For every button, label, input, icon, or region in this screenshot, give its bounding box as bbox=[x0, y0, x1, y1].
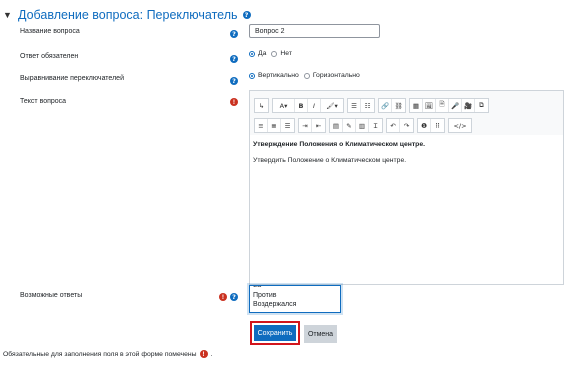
answers-textarea[interactable]: За Против Воздержался bbox=[249, 285, 341, 313]
question-heading-text: Утверждение Положения о Климатическом це… bbox=[253, 141, 425, 148]
toolbar-group: ☰ ☷ bbox=[347, 98, 375, 113]
help-icon[interactable]: ? bbox=[230, 293, 238, 301]
toolbar-group: ▤ ✎ ▥ Ɪ bbox=[329, 118, 383, 133]
answers-label: Возможные ответы bbox=[20, 292, 83, 299]
toolbar-row-1: ↳ A▾ B I 🖌▾ ☰ ☷ 🔗 ⛓ ▦ 🖼 🗎 🎤 🎥 ⧉ bbox=[254, 98, 489, 113]
font-style-icon[interactable]: A▾ bbox=[273, 99, 295, 112]
collapse-toolbar-icon[interactable]: ↳ bbox=[255, 99, 268, 112]
cancel-button[interactable]: Отмена bbox=[304, 325, 337, 343]
section-header[interactable]: ▼ Добавление вопроса: Переключатель ? bbox=[3, 8, 251, 22]
editor-toolbar: ↳ A▾ B I 🖌▾ ☰ ☷ 🔗 ⛓ ▦ 🖼 🗎 🎤 🎥 ⧉ ≡ ≣ ☰ ⇥ … bbox=[250, 91, 563, 135]
required-icon: ! bbox=[219, 293, 227, 301]
required-radio-group: Да Нет bbox=[249, 50, 292, 57]
numbered-list-icon[interactable]: ☷ bbox=[361, 99, 374, 112]
answer-line: Воздержался bbox=[253, 301, 297, 308]
question-text-label: Текст вопроса bbox=[20, 98, 67, 105]
toolbar-group: ▦ 🖼 🗎 🎤 🎥 ⧉ bbox=[409, 98, 489, 113]
bullet-list-icon[interactable]: ☰ bbox=[348, 99, 361, 112]
required-yes-label: Да bbox=[258, 50, 267, 57]
text-color-icon[interactable]: 🖌▾ bbox=[321, 99, 343, 112]
screenreader-helper-icon[interactable]: ⠿ bbox=[431, 119, 444, 132]
alignment-horizontal-label: Горизонтально bbox=[312, 72, 360, 79]
align-left-icon[interactable]: ≡ bbox=[255, 119, 268, 132]
help-icon[interactable]: ? bbox=[230, 77, 238, 85]
alignment-radio-group: Вертикально Горизонтально bbox=[249, 72, 360, 79]
bold-icon[interactable]: B bbox=[295, 99, 308, 112]
record-video-icon[interactable]: 🎥 bbox=[462, 99, 475, 112]
save-button[interactable]: Сохранить bbox=[250, 321, 300, 345]
help-icon[interactable]: ? bbox=[230, 55, 238, 63]
required-yes-radio[interactable] bbox=[249, 50, 255, 57]
toolbar-group: ↶ ↷ bbox=[386, 118, 414, 133]
toolbar-row-2: ≡ ≣ ☰ ⇥ ⇤ ▤ ✎ ▥ Ɪ ↶ ↷ ❶ ⠿ </> bbox=[254, 118, 472, 133]
manage-files-icon[interactable]: ⧉ bbox=[475, 99, 488, 112]
toolbar-group: ❶ ⠿ bbox=[417, 118, 445, 133]
toolbar-group: ⇥ ⇤ bbox=[298, 118, 326, 133]
table-icon[interactable]: ▥ bbox=[356, 119, 369, 132]
editor-content[interactable]: Утверждение Положения о Климатическом це… bbox=[250, 135, 563, 284]
required-no-radio[interactable] bbox=[271, 50, 278, 57]
alignment-vertical-label: Вертикально bbox=[258, 72, 299, 79]
toolbar-group: A▾ B I 🖌▾ bbox=[272, 98, 344, 113]
help-icon[interactable]: ? bbox=[230, 30, 238, 38]
align-center-icon[interactable]: ≣ bbox=[268, 119, 281, 132]
required-note-period: . bbox=[210, 350, 213, 358]
equation-icon[interactable]: ▤ bbox=[330, 119, 343, 132]
clear-formatting-icon[interactable]: Ɪ bbox=[369, 119, 382, 132]
required-label: Ответ обязателен bbox=[20, 53, 79, 60]
required-icon: ! bbox=[230, 98, 238, 106]
special-char-icon[interactable]: ✎ bbox=[343, 119, 356, 132]
alignment-vertical-radio[interactable] bbox=[249, 72, 255, 79]
italic-icon[interactable]: I bbox=[308, 99, 321, 112]
question-name-input[interactable]: Вопрос 2 bbox=[249, 24, 380, 38]
rich-text-editor[interactable]: ↳ A▾ B I 🖌▾ ☰ ☷ 🔗 ⛓ ▦ 🖼 🗎 🎤 🎥 ⧉ ≡ ≣ ☰ ⇥ … bbox=[249, 90, 564, 285]
undo-icon[interactable]: ↶ bbox=[387, 119, 400, 132]
image-icon[interactable]: 🖼 bbox=[423, 99, 436, 112]
toolbar-group: ↳ bbox=[254, 98, 269, 113]
section-title: Добавление вопроса: Переключатель bbox=[18, 8, 238, 22]
question-name-label: Название вопроса bbox=[20, 28, 80, 35]
toolbar-group: </> bbox=[448, 118, 472, 133]
alignment-label: Выравнивание переключателей bbox=[20, 75, 124, 82]
required-note-text: Обязательные для заполнения поля в этой … bbox=[3, 350, 197, 358]
alignment-horizontal-radio[interactable] bbox=[303, 72, 310, 79]
unlink-icon[interactable]: ⛓ bbox=[392, 99, 405, 112]
required-no-label: Нет bbox=[280, 50, 292, 57]
link-icon[interactable]: 🔗 bbox=[379, 99, 392, 112]
question-body-text: Утвердить Положение о Климатическом цент… bbox=[253, 157, 407, 164]
accessibility-checker-icon[interactable]: ❶ bbox=[418, 119, 431, 132]
answer-line: Против bbox=[253, 291, 277, 299]
record-audio-icon[interactable]: 🎤 bbox=[449, 99, 462, 112]
redo-icon[interactable]: ↷ bbox=[400, 119, 413, 132]
help-icon[interactable]: ? bbox=[242, 11, 251, 19]
outdent-icon[interactable]: ⇤ bbox=[312, 119, 325, 132]
toolbar-group: 🔗 ⛓ bbox=[378, 98, 406, 113]
collapse-caret-icon[interactable]: ▼ bbox=[3, 10, 13, 20]
align-right-icon[interactable]: ☰ bbox=[281, 119, 294, 132]
toolbar-group: ≡ ≣ ☰ bbox=[254, 118, 295, 133]
indent-icon[interactable]: ⇥ bbox=[299, 119, 312, 132]
required-icon: ! bbox=[199, 350, 208, 358]
media-icon[interactable]: 🗎 bbox=[436, 99, 449, 112]
html-source-icon[interactable]: </> bbox=[449, 119, 471, 132]
emoticon-icon[interactable]: ▦ bbox=[410, 99, 423, 112]
required-fields-note: Обязательные для заполнения поля в этой … bbox=[3, 350, 212, 358]
